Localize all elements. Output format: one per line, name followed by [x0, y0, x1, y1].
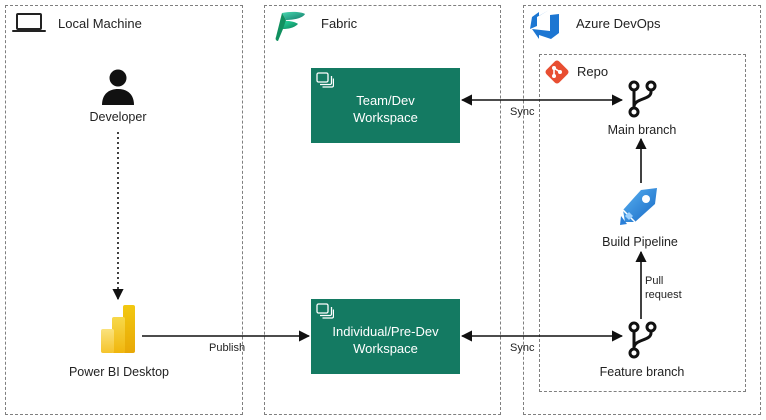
power-bi-desktop-label: Power BI Desktop [68, 365, 170, 379]
laptop-icon [12, 13, 46, 32]
individual-pre-dev-workspace: Individual/Pre-Dev Workspace [311, 299, 460, 374]
branch-icon [628, 321, 657, 359]
individual-workspace-line2: Workspace [353, 340, 418, 356]
fabric-title: Fabric [321, 16, 358, 31]
power-bi-icon [101, 305, 135, 353]
fabric-logo-icon [275, 11, 305, 41]
git-icon [545, 60, 569, 84]
team-dev-workspace: Team/Dev Workspace [311, 68, 460, 143]
feature-branch-label: Feature branch [599, 365, 685, 379]
workspace-icon [316, 303, 334, 319]
developer-label: Developer [89, 110, 147, 124]
individual-workspace-line1: Individual/Pre-Dev [332, 323, 439, 339]
azure-pipelines-icon [620, 188, 657, 225]
workspace-icon [316, 72, 334, 88]
person-icon [102, 69, 134, 105]
pull-request-label-line2: request [645, 289, 682, 301]
azure-devops-title: Azure DevOps [576, 16, 661, 31]
sync-bottom-label: Sync [510, 342, 535, 354]
main-branch-label: Main branch [607, 123, 677, 137]
branch-icon [628, 80, 657, 118]
team-dev-workspace-line1: Team/Dev [356, 92, 415, 108]
sync-top-label: Sync [510, 106, 535, 118]
publish-label: Publish [209, 342, 246, 354]
team-dev-workspace-line2: Workspace [353, 109, 418, 125]
local-machine-title: Local Machine [58, 16, 142, 31]
build-pipeline-label: Build Pipeline [602, 235, 678, 249]
pull-request-label-line1: Pull [645, 275, 664, 287]
azure-devops-icon [530, 10, 559, 39]
repo-title: Repo [577, 64, 609, 79]
